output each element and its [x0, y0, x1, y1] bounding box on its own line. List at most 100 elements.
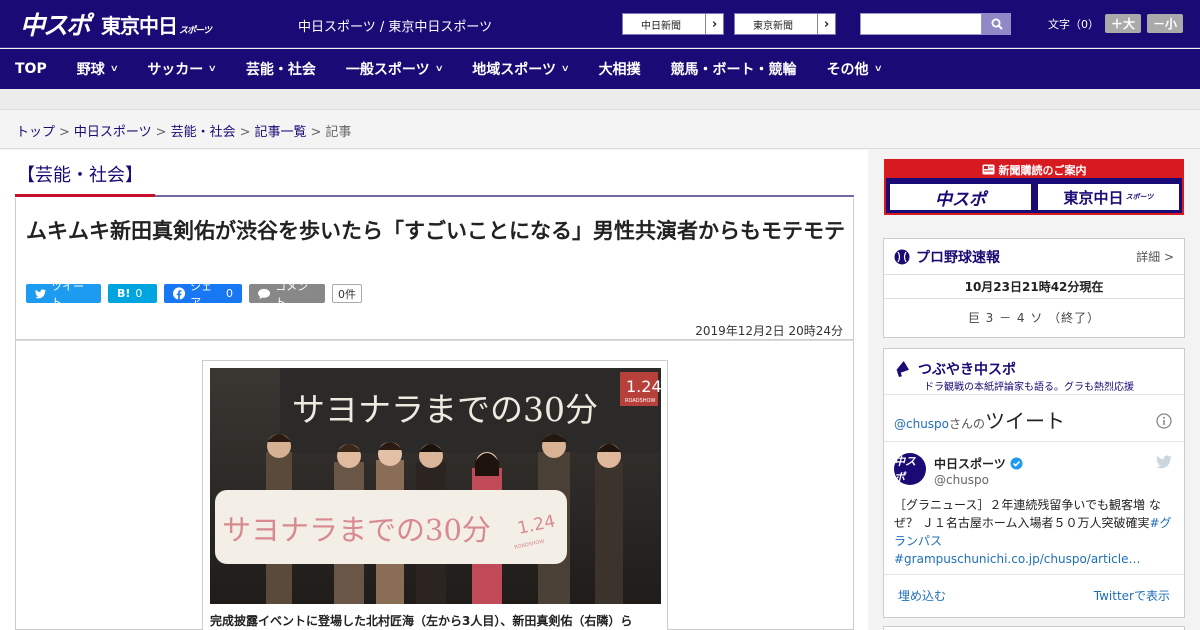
chevron-right-icon: ›	[705, 14, 723, 34]
nav-item-2[interactable]: サッカー ∨	[132, 49, 231, 89]
tokyo-chunichi-logo: 東京中日 スポーツ	[101, 10, 212, 39]
info-icon[interactable]	[1156, 413, 1172, 429]
account-name-text: 中日スポーツ	[934, 457, 1006, 471]
tweets-subtitle: ドラ観戦の本紙評論家も語る。グラも熱烈応援	[924, 382, 1134, 393]
article-header: ムキムキ新田真剣佑が渋谷を歩いたら「すごいことになる」男性共演者からもモテモテ …	[15, 198, 854, 340]
comment-label: コメント	[275, 279, 309, 309]
baseball-title: プロ野球速報	[916, 249, 1000, 266]
nav-item-1[interactable]: 野球 ∨	[62, 49, 133, 89]
nav-item-6[interactable]: 大相撲	[584, 49, 656, 89]
sidebar-next-widget	[883, 626, 1185, 630]
tokyo-chunichi-logo-text: 東京中日	[101, 13, 178, 38]
section-title: 【芸能・社会】	[17, 165, 143, 186]
share-bar: ツイート B! 0 シェア 0 コメント 0件	[26, 280, 362, 309]
breadcrumb-separator: >	[239, 125, 251, 140]
site-links[interactable]: 中日スポーツ / 東京中日スポーツ	[298, 16, 492, 35]
breadcrumb-link-3[interactable]: 記事一覧	[255, 125, 307, 140]
view-on-twitter-link[interactable]: Twitterで表示	[1094, 587, 1170, 604]
baseball-score[interactable]: 巨 3 － 4 ソ （終了）	[884, 299, 1184, 337]
divider	[884, 394, 1184, 395]
twitter-bird-icon[interactable]	[1156, 455, 1172, 469]
search-icon	[991, 18, 1003, 30]
avatar[interactable]: 中スポ	[894, 453, 926, 485]
article-photo[interactable]: サヨナラまでの30分 1.24 ROADSHOW サヨナラまでの30分 1.24…	[210, 368, 661, 604]
nav-item-3[interactable]: 芸能・社会	[231, 49, 331, 89]
screen-date-text: 1.24	[626, 377, 661, 396]
tokyo-shimbun-link[interactable]: 東京新聞 ›	[734, 13, 836, 35]
tweets-from-header: @chuspoさんのツイート	[894, 405, 1065, 434]
comment-button[interactable]: コメント	[249, 280, 325, 309]
nav-item-4[interactable]: 一般スポーツ ∨	[331, 49, 457, 89]
tweet-label: ツイート	[51, 279, 85, 309]
chevron-down-icon: ∨	[560, 64, 570, 74]
section-underline	[15, 194, 155, 197]
tweets-header-handle[interactable]: @chuspo	[894, 417, 949, 431]
breadcrumb-link-0[interactable]: トップ	[16, 125, 55, 140]
nav-item-label: 一般スポーツ	[345, 62, 430, 78]
breadcrumb-link-1[interactable]: 中日スポーツ	[74, 125, 152, 140]
banner-title-text: サヨナラまでの30分	[222, 513, 491, 547]
nav-item-5[interactable]: 地域スポーツ ∨	[457, 49, 583, 89]
hatena-bookmark-button[interactable]: B! 0	[108, 284, 157, 303]
tweets-header-big: ツイート	[985, 409, 1066, 433]
baseball-scores-widget: プロ野球速報 詳細 > 10月23日21時42分現在 巨 3 － 4 ソ （終了…	[883, 238, 1185, 338]
hatena-count: 0	[135, 287, 143, 300]
chevron-down-icon: ∨	[434, 64, 444, 74]
hatena-icon: B!	[117, 287, 131, 300]
facebook-icon	[173, 287, 186, 300]
tweet-body: ［グラニュース］２年連続残留争いでも観客増 なぜ？ Ｊ１名古屋ホーム入場者５０万…	[894, 498, 1161, 530]
breadcrumb-link-2[interactable]: 芸能・社会	[171, 125, 236, 140]
subscribe-tokyo-chunichi-text: 東京中日	[1063, 188, 1124, 207]
font-size-down-button[interactable]: －小	[1147, 14, 1184, 33]
breadcrumb-separator: >	[155, 125, 167, 140]
newspaper-icon	[982, 164, 994, 175]
tweet-button[interactable]: ツイート	[26, 280, 101, 309]
tokyo-shimbun-label: 東京新聞	[753, 20, 793, 32]
chunichi-shimbun-label: 中日新聞	[641, 20, 681, 32]
site-logo[interactable]: 中スポ 東京中日 スポーツ	[20, 8, 212, 40]
search-button[interactable]	[982, 13, 1011, 35]
subscription-banner[interactable]: 新聞購読のご案内 中スポ 東京中日 スポーツ	[884, 159, 1184, 215]
nav-item-label: 芸能・社会	[245, 62, 316, 78]
baseball-detail-link[interactable]: 詳細 >	[1136, 248, 1174, 265]
chuspo-logo: 中スポ	[20, 11, 91, 40]
facebook-share-button[interactable]: シェア 0	[164, 280, 242, 309]
subscribe-chuspo-logo[interactable]: 中スポ	[889, 183, 1032, 211]
screen-sub-text: ROADSHOW	[625, 398, 655, 404]
nav-item-label: 地域スポーツ	[472, 62, 556, 78]
comment-count: 0件	[332, 284, 362, 303]
main-nav: TOP 野球 ∨ サッカー ∨ 芸能・社会 一般スポーツ ∨ 地域スポーツ ∨ 大相撲 競馬・ボート・…	[0, 49, 1200, 89]
subscribe-tokyo-chunichi-logo[interactable]: 東京中日 スポーツ	[1037, 183, 1180, 211]
font-size-up-button[interactable]: ＋大	[1105, 14, 1142, 33]
chunichi-shimbun-link[interactable]: 中日新聞 ›	[622, 13, 724, 35]
chevron-down-icon: ∨	[207, 64, 218, 74]
main-content: 【芸能・社会】 ムキムキ新田真剣佑が渋谷を歩いたら「すごいことになる」男性共演者…	[0, 150, 868, 630]
account-name[interactable]: 中日スポーツ	[934, 455, 1023, 472]
account-handle[interactable]: @chuspo	[934, 473, 989, 487]
breadcrumb: トップ > 中日スポーツ > 芸能・社会 > 記事一覧 > 記事	[0, 111, 1200, 149]
article-body: サヨナラまでの30分 1.24 ROADSHOW サヨナラまでの30分 1.24…	[15, 340, 854, 630]
photo-caption: 完成披露イベントに登場した北村匠海（左から3人目）、新田真剣佑（右隣）ら	[210, 614, 633, 628]
chevron-down-icon: ∨	[873, 64, 883, 74]
chevron-right-icon: ›	[817, 14, 835, 34]
twitter-icon	[35, 288, 47, 298]
nav-item-8[interactable]: その他 ∨	[812, 49, 897, 89]
article-date: 2019年12月2日 20時24分	[695, 324, 843, 338]
chevron-down-icon: ∨	[109, 64, 119, 74]
nav-item-7[interactable]: 競馬・ボート・競輪	[656, 49, 812, 89]
tweets-header-suffix: さんの	[949, 417, 986, 431]
tweets-title: つぶやき中スポ	[918, 362, 1016, 378]
top-header: 中スポ 東京中日 スポーツ 中日スポーツ / 東京中日スポーツ 中日新聞 › 東京…	[0, 0, 1200, 48]
tweets-header: つぶやき中スポ	[894, 359, 1016, 379]
breadcrumb-current: 記事	[325, 125, 352, 140]
twitter-widget: つぶやき中スポ ドラ観戦の本紙評論家も語る。グラも熱烈応援 @chuspoさんの…	[883, 348, 1185, 618]
subscription-header: 新聞購読のご案内	[886, 161, 1182, 178]
nav-item-0[interactable]: TOP	[0, 49, 62, 89]
tokyo-chunichi-logo-small: スポーツ	[179, 25, 212, 36]
search-input[interactable]	[860, 13, 982, 35]
nav-item-label: TOP	[15, 61, 47, 77]
embed-link[interactable]: 埋め込む	[898, 587, 946, 604]
nav-item-label: 競馬・ボート・競輪	[670, 62, 797, 78]
article-headline: ムキムキ新田真剣佑が渋谷を歩いたら「すごいことになる」男性共演者からもモテモテ	[26, 219, 845, 243]
tweet-text: ［グラニュース］２年連続残留争いでも観客増 なぜ？ Ｊ１名古屋ホーム入場者５０万…	[894, 496, 1176, 568]
